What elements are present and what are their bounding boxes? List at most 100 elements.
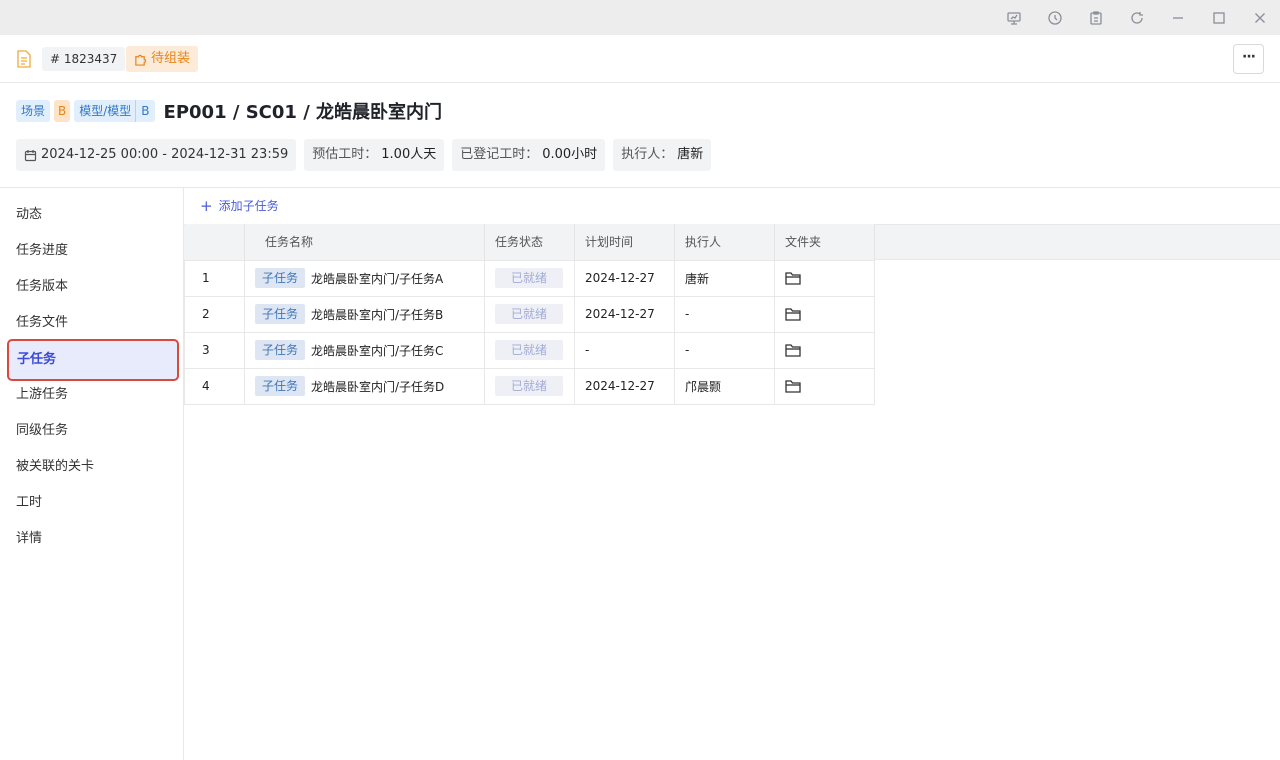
- document-icon: [17, 50, 31, 68]
- minimize-icon[interactable]: [1169, 9, 1187, 27]
- page-title: EP001 / SC01 / 龙皓晨卧室内门: [163, 102, 443, 123]
- row-status-cell: 已就绪: [484, 331, 575, 369]
- subtask-tag: 子任务: [255, 268, 306, 288]
- task-tags: 场景 B 模型/模型 B EP001 / SC01 / 龙皓晨卧室内门: [16, 99, 442, 123]
- sidebar-item-subtasks[interactable]: 子任务: [7, 339, 179, 381]
- row-folder-cell: [774, 331, 875, 369]
- subtask-tag: 子任务: [255, 376, 306, 396]
- row-index: 2: [184, 295, 245, 333]
- row-time: -: [574, 331, 675, 369]
- folder-icon[interactable]: [785, 271, 801, 285]
- row-executor: 邝晨颢: [674, 367, 775, 405]
- estimate-chip: 预估工时： 1.00人天: [304, 139, 445, 171]
- row-status-cell: 已就绪: [484, 295, 575, 333]
- puzzle-icon: [135, 54, 147, 66]
- row-name-cell: 子任务 龙皓晨卧室内门/子任务A: [244, 259, 485, 297]
- sidebar-item-linked-levels[interactable]: 被关联的关卡: [8, 449, 178, 485]
- table-row[interactable]: 2 子任务 龙皓晨卧室内门/子任务B 已就绪 2024-12-27 -: [184, 295, 875, 333]
- column-time[interactable]: 计划时间: [574, 224, 675, 260]
- presentation-icon[interactable]: [1005, 9, 1023, 27]
- date-range: 2024-12-25 00:00 - 2024-12-31 23:59: [41, 147, 289, 162]
- table-row[interactable]: 4 子任务 龙皓晨卧室内门/子任务D 已就绪 2024-12-27 邝晨颢: [184, 367, 875, 405]
- plus-icon: +: [200, 197, 213, 215]
- date-range-chip[interactable]: 2024-12-25 00:00 - 2024-12-31 23:59: [16, 139, 297, 171]
- clipboard-icon[interactable]: [1087, 9, 1105, 27]
- executor-value: 唐新: [677, 147, 704, 162]
- model-tag-label: 模型/模型: [79, 104, 132, 118]
- row-status[interactable]: 已就绪: [495, 304, 563, 324]
- model-level-label: B: [135, 100, 150, 122]
- history-icon[interactable]: [1046, 9, 1064, 27]
- calendar-icon: [24, 149, 37, 161]
- window-titlebar: [0, 0, 1280, 35]
- row-status[interactable]: 已就绪: [495, 340, 563, 360]
- row-executor: 唐新: [674, 259, 775, 297]
- column-folder[interactable]: 文件夹: [774, 224, 875, 260]
- row-index: 1: [184, 259, 245, 297]
- column-status[interactable]: 任务状态: [484, 224, 575, 260]
- row-executor: -: [674, 331, 775, 369]
- table-row[interactable]: 3 子任务 龙皓晨卧室内门/子任务C 已就绪 - -: [184, 331, 875, 369]
- column-name[interactable]: 任务名称: [244, 224, 485, 260]
- row-name[interactable]: 龙皓晨卧室内门/子任务C: [311, 342, 443, 359]
- sidebar-item-siblings[interactable]: 同级任务: [8, 413, 178, 449]
- logged-chip: 已登记工时： 0.00小时: [452, 139, 606, 171]
- task-header: # 1823437 待组装 ···: [0, 35, 1280, 83]
- scene-level-tag: B: [54, 100, 71, 122]
- logged-value: 0.00小时: [542, 147, 598, 162]
- task-meta: 2024-12-25 00:00 - 2024-12-31 23:59 预估工时…: [16, 139, 712, 171]
- row-index: 4: [184, 367, 245, 405]
- sidebar-item-files[interactable]: 任务文件: [8, 305, 178, 341]
- sidebar-item-activity[interactable]: 动态: [8, 197, 178, 233]
- folder-icon[interactable]: [785, 307, 801, 321]
- row-status-cell: 已就绪: [484, 367, 575, 405]
- estimate-value: 1.00人天: [381, 147, 437, 162]
- table-row[interactable]: 1 子任务 龙皓晨卧室内门/子任务A 已就绪 2024-12-27 唐新: [184, 259, 875, 297]
- sidebar-item-progress[interactable]: 任务进度: [8, 233, 178, 269]
- maximize-icon[interactable]: [1210, 9, 1228, 27]
- folder-icon[interactable]: [785, 343, 801, 357]
- subtask-tag: 子任务: [255, 340, 306, 360]
- row-folder-cell: [774, 295, 875, 333]
- sidebar: 动态 任务进度 任务版本 任务文件 子任务 上游任务 同级任务 被关联的关卡 工…: [0, 188, 184, 760]
- executor-chip[interactable]: 执行人： 唐新: [613, 139, 712, 171]
- row-name[interactable]: 龙皓晨卧室内门/子任务D: [311, 378, 444, 395]
- model-tag: 模型/模型 B: [74, 100, 155, 122]
- row-name-cell: 子任务 龙皓晨卧室内门/子任务B: [244, 295, 485, 333]
- estimate-label: 预估工时：: [312, 147, 378, 162]
- divider: [0, 187, 1280, 188]
- add-subtask-button[interactable]: + 添加子任务: [200, 197, 279, 215]
- row-name-cell: 子任务 龙皓晨卧室内门/子任务C: [244, 331, 485, 369]
- subtask-table: 任务名称 任务状态 计划时间 执行人 文件夹 1 子任务 龙皓晨卧室内门/子任务A…: [184, 224, 875, 405]
- executor-label: 执行人：: [621, 147, 674, 162]
- sidebar-item-versions[interactable]: 任务版本: [8, 269, 178, 305]
- sidebar-item-worktime[interactable]: 工时: [8, 485, 178, 521]
- logged-label: 已登记工时：: [460, 147, 539, 162]
- row-time: 2024-12-27: [574, 295, 675, 333]
- close-icon[interactable]: [1251, 9, 1269, 27]
- column-executor[interactable]: 执行人: [674, 224, 775, 260]
- subtask-tag: 子任务: [255, 304, 306, 324]
- task-id: # 1823437: [42, 47, 126, 71]
- table-header-row: 任务名称 任务状态 计划时间 执行人 文件夹: [184, 224, 875, 260]
- refresh-icon[interactable]: [1128, 9, 1146, 27]
- folder-icon[interactable]: [785, 379, 801, 393]
- row-status-cell: 已就绪: [484, 259, 575, 297]
- row-name-cell: 子任务 龙皓晨卧室内门/子任务D: [244, 367, 485, 405]
- status-label: 待组装: [151, 51, 191, 66]
- add-subtask-label: 添加子任务: [218, 199, 279, 213]
- column-index: [184, 224, 245, 260]
- row-name[interactable]: 龙皓晨卧室内门/子任务B: [311, 306, 443, 323]
- row-time: 2024-12-27: [574, 259, 675, 297]
- row-time: 2024-12-27: [574, 367, 675, 405]
- row-index: 3: [184, 331, 245, 369]
- row-folder-cell: [774, 259, 875, 297]
- row-name[interactable]: 龙皓晨卧室内门/子任务A: [311, 270, 443, 287]
- more-button[interactable]: ···: [1233, 44, 1264, 74]
- row-executor: -: [674, 295, 775, 333]
- row-status[interactable]: 已就绪: [495, 268, 563, 288]
- sidebar-item-details[interactable]: 详情: [8, 521, 178, 557]
- row-status[interactable]: 已就绪: [495, 376, 563, 396]
- status-badge[interactable]: 待组装: [126, 46, 199, 72]
- sidebar-item-upstream[interactable]: 上游任务: [8, 377, 178, 413]
